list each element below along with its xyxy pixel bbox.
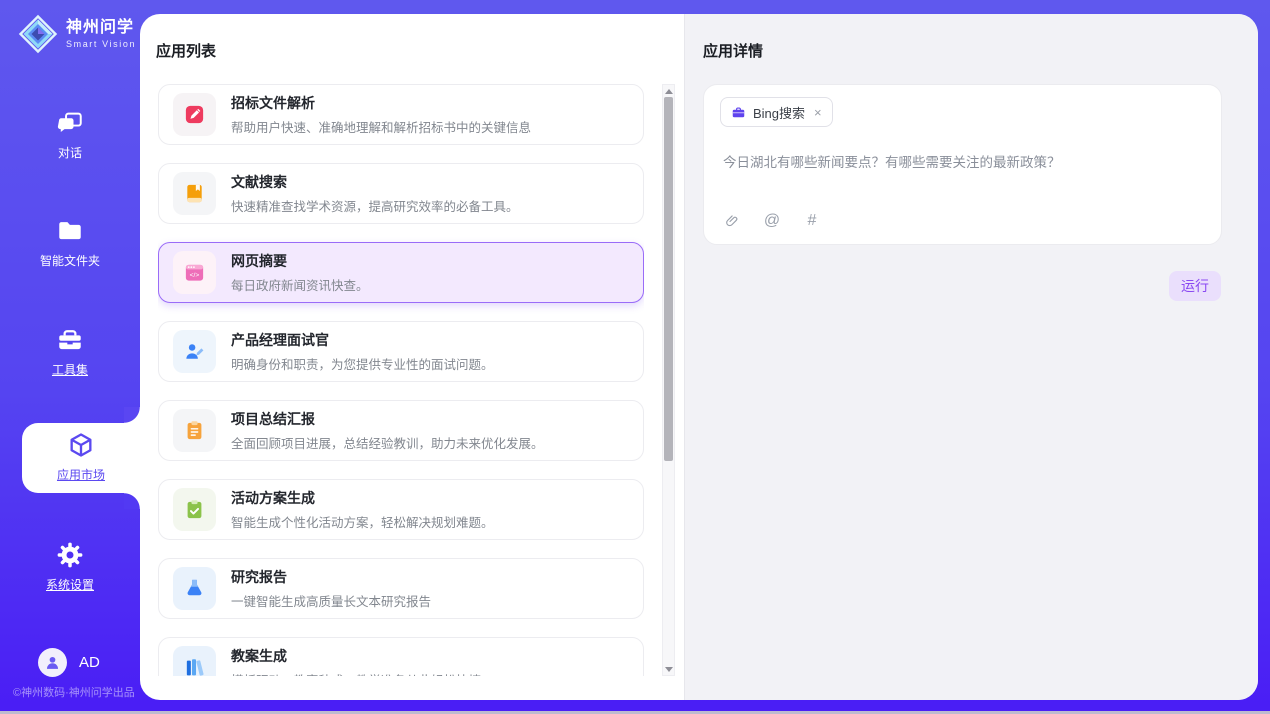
app-window: 神州问学 Smart Vision 对话智能文件夹工具集应用市场系统设置 AD … [0, 0, 1270, 714]
app-item-text: 产品经理面试官明确身份和职责，为您提供专业性的面试问题。 [231, 330, 494, 373]
brand-logo: 神州问学 Smart Vision [18, 14, 136, 54]
sidebar-item-system-settings[interactable]: 系统设置 [0, 540, 140, 593]
app-item-text: 文献搜索快速精准查找学术资源，提高研究效率的必备工具。 [231, 172, 519, 215]
sidebar-item-app-market[interactable]: 应用市场 [22, 430, 140, 483]
sidebar-item-label: 对话 [58, 144, 82, 161]
app-list-item[interactable]: </> 网页摘要每日政府新闻资讯快查。 [158, 242, 644, 303]
app-list-item[interactable]: 研究报告一键智能生成高质量长文本研究报告 [158, 558, 644, 619]
app-item-text: 项目总结汇报全面回顾项目进展，总结经验教训，助力未来优化发展。 [231, 409, 544, 452]
edit-doc-icon [173, 93, 216, 136]
interviewer-icon [173, 330, 216, 373]
app-item-name: 招标文件解析 [231, 93, 531, 113]
clipboard-check-icon [173, 488, 216, 531]
sidebar-item-label: 智能文件夹 [40, 252, 100, 269]
app-list-item[interactable]: 产品经理面试官明确身份和职责，为您提供专业性的面试问题。 [158, 321, 644, 382]
app-item-text: 网页摘要每日政府新闻资讯快查。 [231, 251, 369, 294]
composer-toolbar: @# [723, 212, 821, 230]
hash-icon[interactable]: # [803, 212, 821, 230]
toolbox-icon [55, 325, 85, 355]
browser-icon: </> [173, 251, 216, 294]
app-item-desc: 全面回顾项目进展，总结经验教训，助力未来优化发展。 [231, 433, 544, 452]
app-list-item[interactable]: 招标文件解析帮助用户快速、准确地理解和解析招标书中的关键信息 [158, 84, 644, 145]
pill-notch-top [124, 407, 140, 423]
books-icon [173, 646, 216, 676]
prompt-card: Bing搜索 × 今日湖北有哪些新闻要点？有哪些需要关注的最新政策？ @# [703, 84, 1222, 245]
folder-icon [55, 216, 85, 246]
sidebar-item-label: 工具集 [52, 361, 88, 378]
sidebar-item-chat[interactable]: 对话 [0, 108, 140, 161]
brand-tagline: Smart Vision [66, 39, 136, 49]
scroll-up-button[interactable] [663, 85, 674, 97]
clipboard-icon [173, 409, 216, 452]
scroll-down-button[interactable] [663, 663, 674, 675]
user-row[interactable]: AD [38, 648, 100, 677]
brand-name: 神州问学 [66, 19, 136, 37]
pill-notch-bottom [124, 493, 140, 509]
app-item-desc: 一键智能生成高质量长文本研究报告 [231, 591, 431, 610]
sidebar-active-pill: 应用市场 [22, 423, 140, 493]
person-icon [43, 653, 62, 672]
flask-icon [173, 567, 216, 610]
app-detail-panel: 应用详情 Bing搜索 × 今日湖北有哪些新闻要点？有哪些需要关注的最新政策？ … [684, 14, 1258, 700]
app-list-panel: 应用列表 招标文件解析帮助用户快速、准确地理解和解析招标书中的关键信息文献搜索快… [140, 14, 684, 700]
sidebar-item-toolset[interactable]: 工具集 [0, 325, 140, 378]
app-list-item[interactable]: 项目总结汇报全面回顾项目进展，总结经验教训，助力未来优化发展。 [158, 400, 644, 461]
app-item-text: 招标文件解析帮助用户快速、准确地理解和解析招标书中的关键信息 [231, 93, 531, 136]
svg-text:</>: </> [190, 272, 200, 279]
triangle-up-icon [665, 89, 673, 94]
app-list-item[interactable]: 文献搜索快速精准查找学术资源，提高研究效率的必备工具。 [158, 163, 644, 224]
app-item-desc: 模板驱动，教案秒成，教学准备从此轻松快捷 [231, 670, 481, 676]
scrollbar-thumb[interactable] [664, 97, 673, 461]
book-icon [173, 172, 216, 215]
app-item-name: 活动方案生成 [231, 488, 494, 508]
app-item-text: 教案生成模板驱动，教案秒成，教学准备从此轻松快捷 [231, 646, 481, 676]
app-item-name: 产品经理面试官 [231, 330, 494, 350]
app-list-item[interactable]: 活动方案生成智能生成个性化活动方案，轻松解决规划难题。 [158, 479, 644, 540]
briefcase-icon [731, 105, 746, 120]
app-item-desc: 明确身份和职责，为您提供专业性的面试问题。 [231, 354, 494, 373]
mention-icon[interactable]: @ [763, 212, 781, 230]
app-item-text: 活动方案生成智能生成个性化活动方案，轻松解决规划难题。 [231, 488, 494, 531]
app-item-name: 文献搜索 [231, 172, 519, 192]
main-content: 应用列表 招标文件解析帮助用户快速、准确地理解和解析招标书中的关键信息文献搜索快… [140, 14, 1258, 700]
tool-tag-label: Bing搜索 [753, 103, 805, 122]
app-item-desc: 智能生成个性化活动方案，轻松解决规划难题。 [231, 512, 494, 531]
cube-icon [66, 430, 96, 460]
avatar [38, 648, 67, 677]
paperclip-icon[interactable] [723, 212, 741, 230]
diamond-logo-icon [18, 14, 58, 54]
app-list-item[interactable]: 教案生成模板驱动，教案秒成，教学准备从此轻松快捷 [158, 637, 644, 676]
gear-icon [55, 540, 85, 570]
triangle-down-icon [665, 667, 673, 672]
chat-icon [55, 108, 85, 138]
app-detail-title: 应用详情 [703, 40, 763, 61]
app-list-title: 应用列表 [156, 40, 216, 61]
app-list: 招标文件解析帮助用户快速、准确地理解和解析招标书中的关键信息文献搜索快速精准查找… [158, 84, 644, 676]
app-item-name: 网页摘要 [231, 251, 369, 271]
app-item-name: 研究报告 [231, 567, 431, 587]
app-item-name: 教案生成 [231, 646, 481, 666]
sidebar: 神州问学 Smart Vision 对话智能文件夹工具集应用市场系统设置 AD … [0, 0, 140, 714]
remove-tag-icon[interactable]: × [814, 105, 822, 120]
sidebar-item-label: 应用市场 [57, 466, 105, 483]
sidebar-item-smart-folders[interactable]: 智能文件夹 [0, 216, 140, 269]
scrollbar[interactable] [662, 84, 675, 676]
app-item-desc: 快速精准查找学术资源，提高研究效率的必备工具。 [231, 196, 519, 215]
tool-tag-bing-search[interactable]: Bing搜索 × [720, 97, 833, 127]
run-button[interactable]: 运行 [1169, 271, 1221, 301]
app-item-desc: 每日政府新闻资讯快查。 [231, 275, 369, 294]
app-item-text: 研究报告一键智能生成高质量长文本研究报告 [231, 567, 431, 610]
user-initials: AD [79, 654, 100, 671]
app-item-desc: 帮助用户快速、准确地理解和解析招标书中的关键信息 [231, 117, 531, 136]
copyright-text: ©神州数码·神州问学出品 [13, 684, 135, 700]
app-item-name: 项目总结汇报 [231, 409, 544, 429]
prompt-input[interactable]: 今日湖北有哪些新闻要点？有哪些需要关注的最新政策？ [723, 151, 1203, 171]
sidebar-item-label: 系统设置 [46, 576, 94, 593]
